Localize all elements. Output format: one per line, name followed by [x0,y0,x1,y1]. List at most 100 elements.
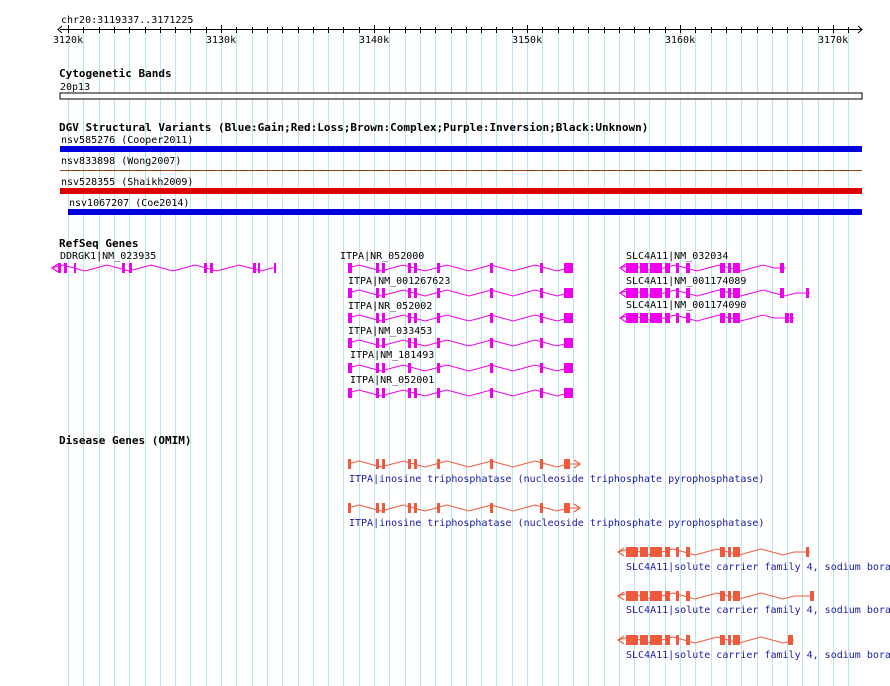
exon-block [376,288,379,298]
gene-model [618,263,786,273]
exon-block [650,313,662,323]
exon-block [490,459,493,469]
intron-line [51,264,276,272]
exon-block [382,313,385,323]
exon-block [665,547,670,557]
exon-block [640,635,648,645]
refseq-gene-label[interactable]: SLC4A11|NM_032034 [626,251,728,262]
exon-block [490,288,493,298]
omim-gene-label[interactable]: ITPA|inosine triphosphatase (nucleoside … [349,518,764,529]
exon-block [376,363,379,373]
omim-gene-label[interactable]: SLC4A11|solute carrier family 4, sodium … [626,562,890,573]
exon-block [785,313,789,323]
exon-block [348,313,352,323]
exon-block [733,288,740,298]
dgv-variant-label[interactable]: nsv528355 (Shaikh2009) [61,177,193,188]
refseq-gene-label[interactable]: ITPA|NM_033453 [348,326,432,337]
exon-block [376,388,379,398]
exon-block [414,388,417,398]
omim-gene-label[interactable]: SLC4A11|solute carrier family 4, sodium … [626,605,890,616]
exon-block [728,635,731,645]
dgv-variant-bar [68,209,862,215]
exon-block [665,313,670,323]
omim-track-title: Disease Genes (OMIM) [59,434,192,447]
refseq-gene-label[interactable]: SLC4A11|NM_001174089 [626,276,746,287]
dgv-variant-label[interactable]: nsv585276 (Cooper2011) [61,135,193,146]
exon-block [408,503,411,513]
exon-block [348,288,352,298]
exon-block [650,263,662,273]
strand-left-arrow-icon [618,313,627,323]
dgv-variant-label[interactable]: nsv1067207 (Coe2014) [69,198,189,209]
exon-block [210,263,213,273]
exon-block [650,547,662,557]
exon-block [437,313,440,323]
exon-block [408,313,411,323]
exon-block [408,263,411,273]
exon-block [408,459,411,469]
gene-model [347,459,582,469]
exon-block [274,263,276,273]
exon-block [540,388,543,398]
exon-block [676,288,679,298]
exon-block [408,388,411,398]
exon-block [376,459,379,469]
exon-block [58,263,61,273]
exon-block [650,635,662,645]
exon-block [810,591,814,601]
exon-block [788,635,793,645]
exon-block [540,263,543,273]
refseq-gene-label[interactable]: DDRGK1|NM_023935 [60,251,156,262]
omim-gene-label[interactable]: SLC4A11|solute carrier family 4, sodium … [626,650,890,661]
genome-browser-panel: chr20:3119337..3171225 3120k 3130k 3140k 31… [0,0,890,686]
ruler-tick-label: 3120k [53,35,84,46]
gene-model [616,547,810,557]
intron-line [347,339,573,347]
gene-model [618,313,794,323]
exon-block [382,263,385,273]
refseq-gene-label[interactable]: ITPA|NM_181493 [350,350,434,361]
exon-block [720,263,725,273]
refseq-gene-label[interactable]: ITPA|NM_001267623 [348,276,450,287]
exon-block [540,338,543,348]
strand-left-arrow-icon [50,263,59,273]
dgv-variant-bar [60,146,862,152]
dgv-variant-label[interactable]: nsv833898 (Wong2007) [61,156,181,167]
refseq-gene-label[interactable]: SLC4A11|NM_001174090 [626,300,746,311]
exon-block [780,263,784,273]
exon-block [728,313,731,323]
exon-block [348,388,352,398]
exon-block [564,388,573,398]
refseq-gene-label[interactable]: ITPA|NR_052002 [348,301,432,312]
exon-block [437,459,440,469]
dgv-track-title: DGV Structural Variants (Blue:Gain;Red:L… [59,121,649,134]
omim-gene-label[interactable]: ITPA|inosine triphosphatase (nucleoside … [349,474,764,485]
exon-block [376,263,379,273]
exon-block [640,313,648,323]
exon-block [720,313,725,323]
exon-block [348,363,352,373]
exon-block [780,288,784,298]
exon-block [540,503,543,513]
cytoband-bar [59,92,863,100]
exon-block [728,591,731,601]
gene-model [347,263,573,273]
exon-block [733,591,740,601]
exon-block [665,263,670,273]
intron-line [347,389,573,397]
exon-block [676,635,679,645]
exon-block [733,547,740,557]
ruler-tick-label: 3130k [206,35,237,46]
exon-block [676,547,679,557]
exon-block [414,338,417,348]
exon-block [437,388,440,398]
refseq-gene-label[interactable]: ITPA|NR_052000 [340,251,424,262]
exon-block [540,363,543,373]
exon-block [790,313,793,323]
exon-block [564,313,573,323]
refseq-gene-label[interactable]: ITPA|NR_052001 [350,375,434,386]
exon-block [650,288,662,298]
exon-block [676,263,679,273]
gene-model [347,338,573,348]
exon-block [437,503,440,513]
